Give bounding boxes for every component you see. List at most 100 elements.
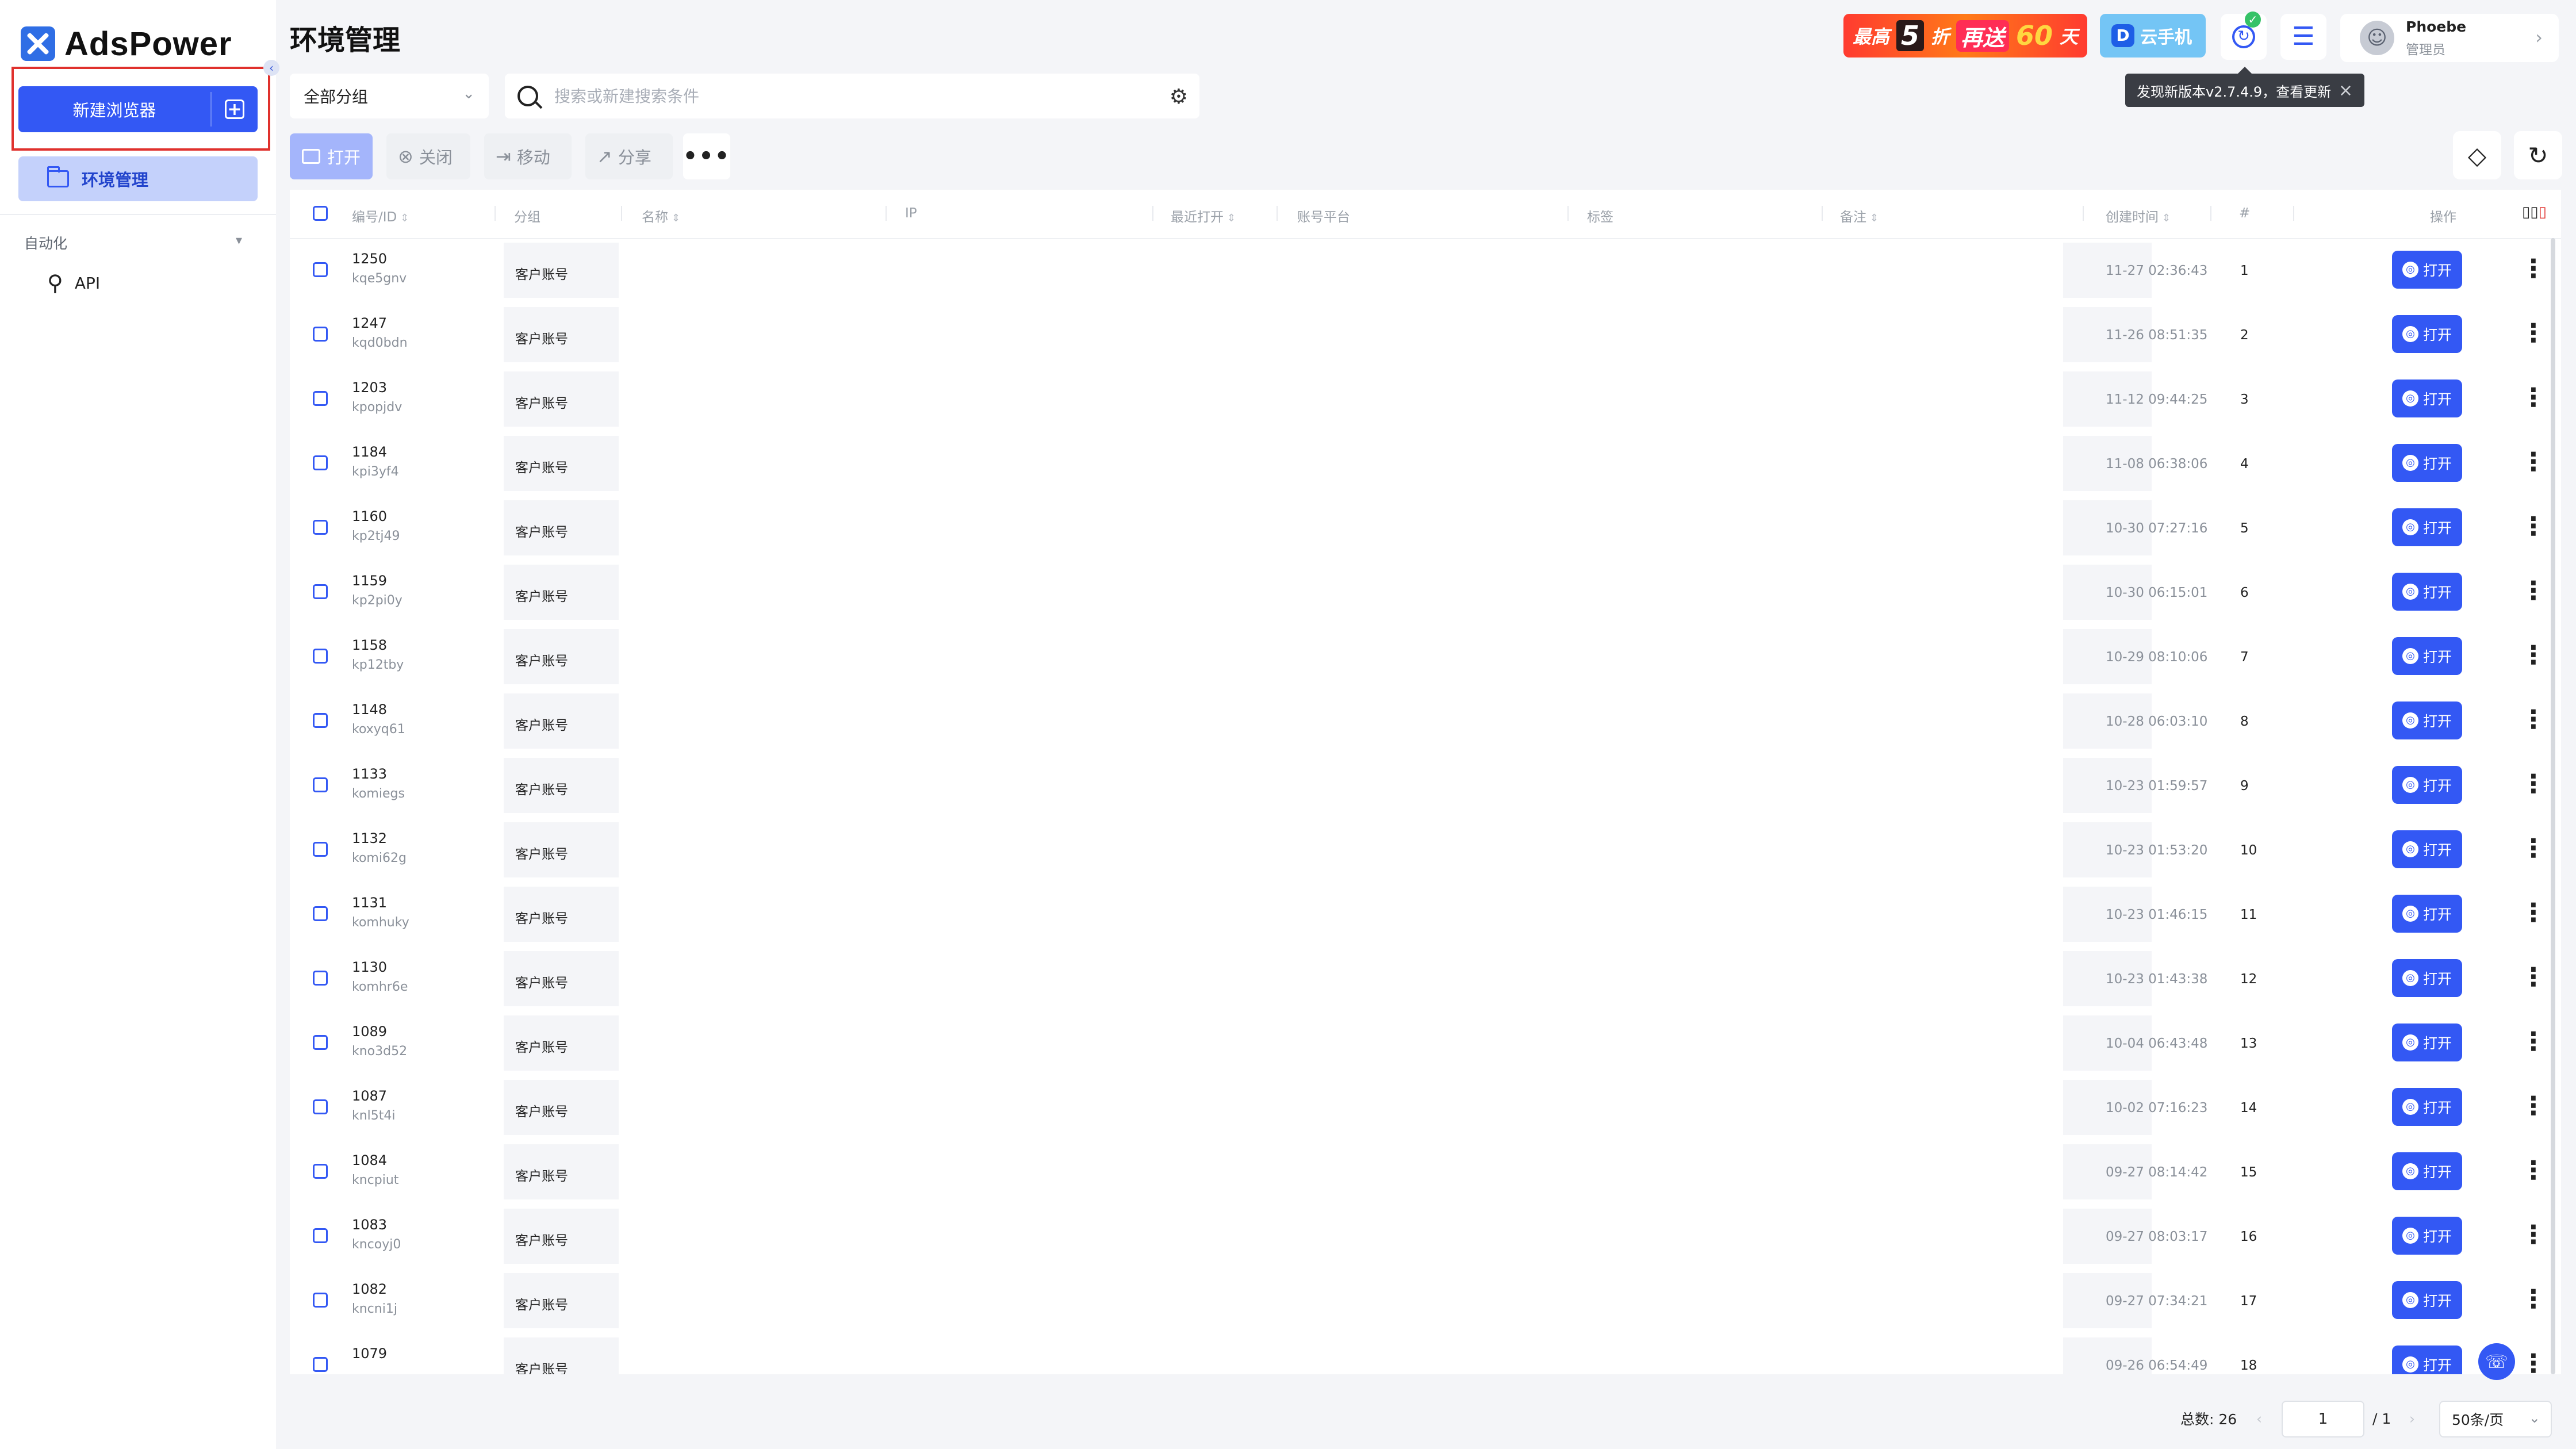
row-more-icon[interactable]: ⋮ (2521, 1153, 2546, 1188)
batch-create-button[interactable]: + (212, 86, 258, 132)
table-row[interactable]: 1079 客户账号 09-26 06:54:49 18 ◎ 打开 ⋮ (290, 1333, 2561, 1374)
table-row[interactable]: 1159 kp2pi0y 客户账号 10-30 06:15:01 6 ◎ 打开 ⋮ (290, 560, 2561, 624)
tag-button[interactable]: ◇ (2453, 131, 2501, 179)
open-profile-button[interactable]: ◎ 打开 (2392, 573, 2462, 611)
column-header-id[interactable]: 编号/ID ⇕ (352, 206, 409, 225)
row-checkbox[interactable] (313, 1099, 328, 1114)
filter-settings-icon[interactable]: ⚙ (1170, 85, 1188, 109)
promo-banner[interactable]: 最高 5 折 再送 60 天 (1843, 14, 2087, 57)
prev-page-button[interactable]: ‹ (2256, 1398, 2262, 1439)
table-row[interactable]: 1082 kncni1j 客户账号 09-27 07:34:21 17 ◎ 打开 ⋮ (290, 1268, 2561, 1333)
row-more-icon[interactable]: ⋮ (2521, 509, 2546, 544)
table-row[interactable]: 1133 komiegs 客户账号 10-23 01:59:57 9 ◎ 打开 ⋮ (290, 753, 2561, 818)
collapse-sidebar-button[interactable]: ‹ (263, 60, 279, 76)
table-row[interactable]: 1160 kp2tj49 客户账号 10-30 07:27:16 5 ◎ 打开 ⋮ (290, 496, 2561, 560)
open-profile-button[interactable]: ◎ 打开 (2392, 444, 2462, 482)
select-all-checkbox[interactable] (313, 206, 328, 221)
row-checkbox[interactable] (313, 1293, 328, 1308)
row-checkbox[interactable] (313, 262, 328, 277)
table-row[interactable]: 1250 kqe5gnv 客户账号 11-27 02:36:43 1 ◎ 打开 ⋮ (290, 238, 2561, 302)
row-checkbox[interactable] (313, 520, 328, 535)
update-tooltip[interactable]: 发现新版本v2.7.4.9，查看更新 × (2125, 67, 2364, 107)
row-checkbox[interactable] (313, 713, 328, 728)
page-number-input[interactable] (2282, 1401, 2364, 1438)
row-checkbox[interactable] (313, 777, 328, 792)
open-profile-button[interactable]: ◎ 打开 (2392, 251, 2462, 289)
row-more-icon[interactable]: ⋮ (2521, 767, 2546, 802)
column-header-last-open[interactable]: 最近打开 ⇕ (1171, 206, 1236, 225)
row-checkbox[interactable] (313, 1357, 328, 1372)
user-menu[interactable]: ☺ Phoebe 管理员 › (2340, 14, 2559, 62)
row-checkbox[interactable] (313, 1228, 328, 1243)
row-checkbox[interactable] (313, 1164, 328, 1179)
open-profile-button[interactable]: ◎ 打开 (2392, 1217, 2462, 1255)
column-header-remark[interactable]: 备注 ⇕ (1840, 206, 1879, 225)
open-profile-button[interactable]: ◎ 打开 (2392, 315, 2462, 353)
support-chat-button[interactable]: ☏ (2478, 1343, 2515, 1380)
open-profile-button[interactable]: ◎ 打开 (2392, 830, 2462, 868)
row-more-icon[interactable]: ⋮ (2521, 703, 2546, 737)
group-select[interactable]: 全部分组 ⌄ (290, 74, 489, 118)
row-more-icon[interactable]: ⋮ (2521, 1282, 2546, 1317)
sidebar-item-env-management[interactable]: 环境管理 (18, 156, 258, 201)
row-more-icon[interactable]: ⋮ (2521, 252, 2546, 286)
row-more-icon[interactable]: ⋮ (2521, 960, 2546, 995)
close-button[interactable]: ⊗ 关闭 (386, 133, 470, 179)
row-more-icon[interactable]: ⋮ (2521, 316, 2546, 351)
table-row[interactable]: 1084 kncpiut 客户账号 09-27 08:14:42 15 ◎ 打开 ⋮ (290, 1140, 2561, 1204)
row-more-icon[interactable]: ⋮ (2521, 1089, 2546, 1124)
row-more-icon[interactable]: ⋮ (2521, 574, 2546, 608)
open-profile-button[interactable]: ◎ 打开 (2392, 959, 2462, 997)
row-checkbox[interactable] (313, 584, 328, 599)
open-profile-button[interactable]: ◎ 打开 (2392, 379, 2462, 417)
open-profile-button[interactable]: ◎ 打开 (2392, 766, 2462, 804)
chevron-down-icon[interactable]: ▾ (236, 233, 242, 248)
search-input[interactable] (553, 86, 1130, 106)
sync-status-button[interactable]: ↻ ✓ (2221, 12, 2267, 60)
row-more-icon[interactable]: ⋮ (2521, 1347, 2546, 1374)
move-button[interactable]: ⇥ 移动 (484, 133, 572, 179)
open-profile-button[interactable]: ◎ 打开 (2392, 702, 2462, 739)
more-actions-button[interactable]: ••• (683, 133, 730, 179)
row-more-icon[interactable]: ⋮ (2521, 1218, 2546, 1252)
table-row[interactable]: 1247 kqd0bdn 客户账号 11-26 08:51:35 2 ◎ 打开 ⋮ (290, 302, 2561, 367)
row-checkbox[interactable] (313, 391, 328, 406)
page-size-select[interactable]: 50条/页 ⌄ (2439, 1401, 2552, 1438)
table-row[interactable]: 1130 komhr6e 客户账号 10-23 01:43:38 12 ◎ 打开 ⋮ (290, 946, 2561, 1011)
table-row[interactable]: 1203 kpopjdv 客户账号 11-12 09:44:25 3 ◎ 打开 ⋮ (290, 367, 2561, 431)
table-row[interactable]: 1131 komhuky 客户账号 10-23 01:46:15 11 ◎ 打开 ⋮ (290, 882, 2561, 946)
table-row[interactable]: 1158 kp12tby 客户账号 10-29 08:10:06 7 ◎ 打开 ⋮ (290, 624, 2561, 689)
table-row[interactable]: 1087 knl5t4i 客户账号 10-02 07:16:23 14 ◎ 打开 ⋮ (290, 1075, 2561, 1140)
row-checkbox[interactable] (313, 906, 328, 921)
open-profile-button[interactable]: ◎ 打开 (2392, 1023, 2462, 1061)
open-profile-button[interactable]: ◎ 打开 (2392, 895, 2462, 933)
sidebar-section-automation[interactable]: 自动化 (24, 232, 67, 253)
table-row[interactable]: 1132 komi62g 客户账号 10-23 01:53:20 10 ◎ 打开 ⋮ (290, 818, 2561, 882)
column-header-name[interactable]: 名称 ⇕ (642, 206, 680, 225)
open-profile-button[interactable]: ◎ 打开 (2392, 1088, 2462, 1126)
column-settings-icon[interactable]: ▯▯▯ (2522, 204, 2547, 221)
table-row[interactable]: 1184 kpi3yf4 客户账号 11-08 06:38:06 4 ◎ 打开 ⋮ (290, 431, 2561, 496)
row-checkbox[interactable] (313, 455, 328, 470)
row-more-icon[interactable]: ⋮ (2521, 831, 2546, 866)
row-more-icon[interactable]: ⋮ (2521, 381, 2546, 415)
table-row[interactable]: 1089 kno3d52 客户账号 10-04 06:43:48 13 ◎ 打开 ⋮ (290, 1011, 2561, 1075)
row-more-icon[interactable]: ⋮ (2521, 445, 2546, 480)
scrollbar[interactable] (2548, 238, 2556, 1374)
open-profile-button[interactable]: ◎ 打开 (2392, 508, 2462, 546)
table-row[interactable]: 1148 koxyq61 客户账号 10-28 06:03:10 8 ◎ 打开 ⋮ (290, 689, 2561, 753)
row-more-icon[interactable]: ⋮ (2521, 896, 2546, 930)
row-more-icon[interactable]: ⋮ (2521, 1025, 2546, 1059)
row-more-icon[interactable]: ⋮ (2521, 638, 2546, 673)
refresh-button[interactable]: ↻ (2514, 131, 2562, 179)
open-profile-button[interactable]: ◎ 打开 (2392, 1152, 2462, 1190)
row-checkbox[interactable] (313, 842, 328, 857)
row-checkbox[interactable] (313, 971, 328, 986)
open-profile-button[interactable]: ◎ 打开 (2392, 1281, 2462, 1319)
column-header-created[interactable]: 创建时间 ⇕ (2106, 206, 2171, 225)
task-list-button[interactable]: ☰ (2280, 14, 2326, 60)
sidebar-item-api[interactable]: ⚲ API (47, 270, 100, 296)
cloud-phone-button[interactable]: D 云手机 (2100, 14, 2206, 57)
next-page-button[interactable]: › (2409, 1398, 2415, 1439)
open-profile-button[interactable]: ◎ 打开 (2392, 637, 2462, 675)
